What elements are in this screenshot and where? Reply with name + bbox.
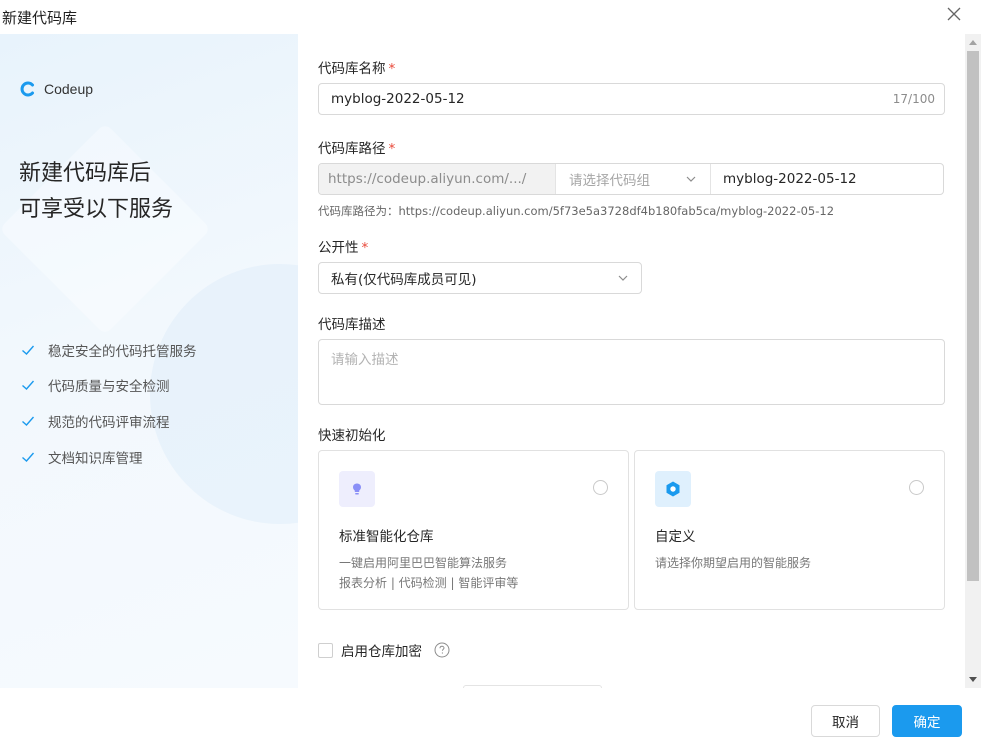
scroll-down-arrow-icon[interactable] (969, 677, 977, 682)
required-marker: * (361, 240, 369, 256)
chevron-down-icon (618, 275, 628, 281)
encrypt-checkbox[interactable] (318, 642, 333, 658)
visibility-label-text: 公开性 (318, 240, 359, 256)
repo-name-value: myblog-2022-05-12 (331, 91, 465, 107)
repo-path-input[interactable]: myblog-2022-05-12 (711, 164, 943, 194)
description-placeholder: 请输入描述 (331, 352, 399, 368)
card-desc: 一键启用阿里巴巴智能算法服务 报表分析 | 代码检测 | 智能评审等 (339, 553, 518, 593)
scroll-thumb[interactable] (967, 51, 979, 581)
init-card-standard[interactable]: 标准智能化仓库 一键启用阿里巴巴智能算法服务 报表分析 | 代码检测 | 智能评… (318, 450, 629, 610)
code-group-placeholder: 请选择代码组 (569, 173, 650, 189)
feature-label: 稳定安全的代码托管服务 (48, 343, 197, 360)
repo-path-label-text: 代码库路径 (318, 141, 386, 157)
visibility-value: 私有(仅代码库成员可见) (331, 272, 477, 288)
code-group-select[interactable]: 请选择代码组 (556, 164, 711, 194)
feature-list: 稳定安全的代码托管服务 代码质量与安全检测 规范的代码评审流程 文档知识库管理 (21, 332, 197, 474)
repo-path-hint: 代码库路径为：https://codeup.aliyun.com/5f73e5a… (318, 204, 835, 218)
feature-item: 代码质量与安全检测 (21, 368, 197, 404)
logo-text: Codeup (44, 81, 94, 97)
feature-item: 文档知识库管理 (21, 439, 197, 475)
repo-path-group: https://codeup.aliyun.com/.../ 请选择代码组 my… (318, 163, 944, 195)
decorative-diamond (0, 122, 212, 336)
encrypt-option: 启用仓库加密 (318, 640, 450, 660)
visibility-select[interactable]: 私有(仅代码库成员可见) (318, 262, 642, 294)
repo-path-value: myblog-2022-05-12 (723, 171, 857, 187)
repo-name-label-text: 代码库名称 (318, 61, 386, 77)
feature-label: 文档知识库管理 (48, 450, 143, 467)
description-label: 代码库描述 (318, 317, 386, 333)
quick-init-label: 快速初始化 (318, 428, 386, 444)
card-radio[interactable] (593, 480, 608, 495)
card-desc-line2: 报表分析 | 代码检测 | 智能评审等 (339, 576, 519, 590)
feature-item: 规范的代码评审流程 (21, 403, 197, 439)
path-prefix: https://codeup.aliyun.com/.../ (319, 164, 556, 194)
chevron-down-icon (686, 176, 696, 182)
check-icon (22, 345, 35, 355)
partially-visible-field (463, 685, 602, 688)
card-title: 自定义 (655, 529, 696, 545)
repo-name-label: 代码库名称 * (318, 57, 395, 77)
repo-path-label: 代码库路径 * (318, 137, 395, 157)
cancel-button[interactable]: 取消 (811, 705, 880, 737)
repo-name-input[interactable]: myblog-2022-05-12 17/100 (318, 83, 945, 115)
description-textarea[interactable]: 请输入描述 (318, 339, 945, 405)
required-marker: * (388, 61, 396, 77)
dialog-title: 新建代码库 (2, 9, 78, 27)
feature-item: 稳定安全的代码托管服务 (21, 332, 197, 368)
confirm-button[interactable]: 确定 (892, 705, 962, 737)
intro-panel: Codeup 新建代码库后 可享受以下服务 稳定安全的代码托管服务 代码质量与安… (0, 34, 298, 688)
card-desc-line1: 一键启用阿里巴巴智能算法服务 (339, 556, 508, 570)
required-marker: * (388, 141, 396, 157)
lightbulb-icon (339, 471, 375, 507)
check-icon (22, 380, 35, 391)
visibility-label: 公开性 * (318, 236, 368, 256)
card-desc: 请选择你期望启用的智能服务 (655, 553, 811, 573)
codeup-logo-icon (20, 81, 34, 97)
intro-heading: 新建代码库后 可享受以下服务 (19, 156, 173, 228)
char-counter: 17/100 (892, 92, 935, 106)
codeup-logo: Codeup (20, 81, 93, 97)
card-desc-line1: 请选择你期望启用的智能服务 (655, 556, 812, 570)
check-icon (22, 452, 35, 462)
feature-label: 规范的代码评审流程 (48, 414, 170, 431)
intro-heading-line1: 新建代码库后 (19, 161, 152, 186)
hexagon-icon (655, 471, 691, 507)
close-icon[interactable] (944, 4, 964, 24)
init-card-custom[interactable]: 自定义 请选择你期望启用的智能服务 (634, 450, 945, 610)
help-icon[interactable] (434, 642, 450, 658)
scroll-up-arrow-icon[interactable] (969, 40, 977, 45)
check-icon (22, 416, 35, 426)
feature-label: 代码质量与安全检测 (48, 379, 170, 396)
encrypt-label: 启用仓库加密 (341, 644, 422, 660)
card-title: 标准智能化仓库 (339, 529, 434, 545)
scrollbar[interactable] (965, 34, 981, 688)
card-radio[interactable] (909, 480, 924, 495)
intro-heading-line2: 可享受以下服务 (19, 197, 174, 222)
